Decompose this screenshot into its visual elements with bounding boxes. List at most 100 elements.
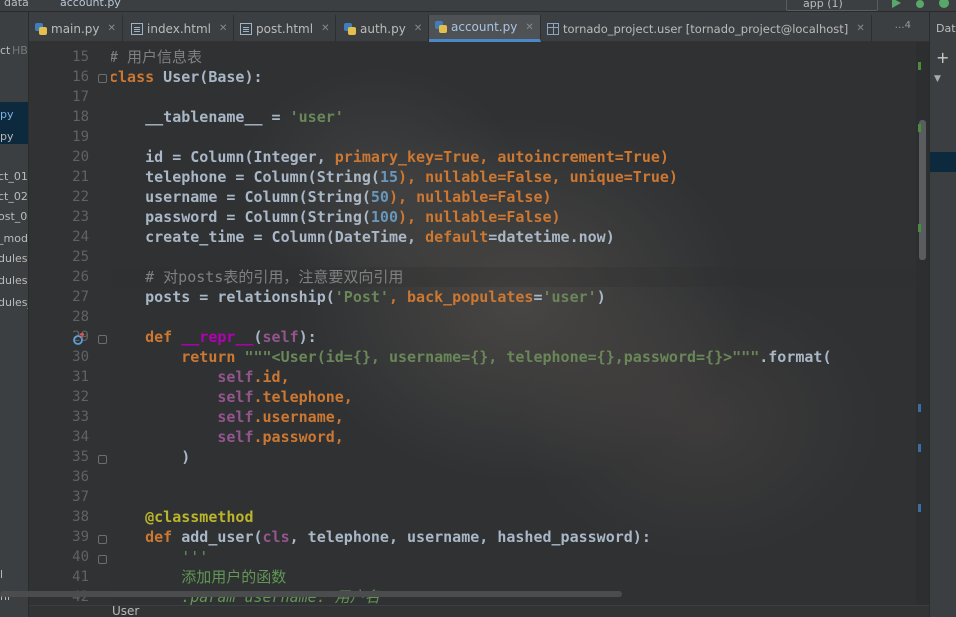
fold-icon[interactable]	[98, 74, 107, 83]
code-text: , telephone, username, hashed_password):	[289, 528, 651, 546]
code-text: )	[111, 448, 191, 466]
add-icon[interactable]: +	[936, 48, 949, 67]
tab-account-py[interactable]: account.py ✕	[429, 15, 541, 42]
change-marker[interactable]	[918, 62, 921, 70]
code-comment: # 用户信息表	[111, 48, 203, 66]
code-text: =True,	[434, 148, 498, 166]
code-self: self	[217, 408, 254, 426]
code-self: self	[262, 328, 299, 346]
code-text: ),	[398, 168, 426, 186]
tab-auth-py[interactable]: auth.py ✕	[338, 15, 430, 42]
code-text: password = Column(String(	[111, 208, 371, 226]
breadcrumb-file[interactable]: account.py	[60, 0, 121, 9]
line-number: 17	[72, 89, 89, 105]
error-stripe[interactable]	[916, 42, 929, 605]
table-icon	[547, 22, 559, 35]
run-configuration-label: app (1)	[803, 0, 843, 10]
code-text: .format(	[759, 348, 832, 366]
code-text: add_user(	[172, 528, 263, 546]
close-icon[interactable]: ✕	[321, 23, 329, 34]
code-keyword: def	[145, 528, 173, 546]
project-tree-item[interactable]: dules.	[0, 274, 28, 287]
line-number: 34	[72, 429, 89, 445]
line-number: 31	[72, 369, 89, 385]
line-number: 23	[72, 209, 89, 225]
code-kwarg: default	[425, 228, 489, 246]
code-text: =False)	[497, 208, 561, 226]
fold-icon[interactable]	[98, 535, 107, 544]
tab-post-html[interactable]: post.html ✕	[234, 15, 337, 42]
change-marker[interactable]	[918, 124, 921, 132]
code-text: .password,	[253, 428, 344, 446]
project-tree-item[interactable]: dules.	[0, 252, 28, 265]
database-panel-title[interactable]: Dat	[936, 22, 956, 35]
project-tree-item[interactable]: ct_01.	[0, 170, 28, 183]
project-tree-item[interactable]: l	[0, 568, 3, 581]
close-icon[interactable]: ✕	[108, 23, 116, 34]
code-number: 50	[370, 188, 389, 206]
project-tree-item[interactable]: ct	[0, 44, 10, 57]
project-tree-item[interactable]: HB	[12, 44, 28, 57]
project-tree-item[interactable]: ost_03	[0, 210, 28, 223]
tab-user-table[interactable]: tornado_project.user [tornado_project@lo…	[541, 15, 872, 42]
vertical-scrollbar[interactable]	[919, 120, 926, 260]
code-editor[interactable]: # 用户信息表 class User(Base): __tablename__ …	[111, 42, 916, 605]
change-marker[interactable]	[918, 444, 921, 452]
code-keyword: def	[145, 328, 173, 346]
change-marker[interactable]	[918, 504, 921, 512]
code-string: 'user'	[289, 108, 344, 126]
ide-window: data account.py app (1) ct HB py py ct_0…	[0, 0, 956, 617]
horizontal-scrollbar[interactable]	[0, 591, 622, 597]
code-text: =	[533, 288, 543, 306]
line-number: 20	[72, 149, 89, 165]
close-icon[interactable]: ✕	[525, 22, 533, 33]
code-kwarg: nullable	[416, 188, 489, 206]
tab-main-py[interactable]: main.py ✕	[29, 15, 123, 42]
fold-icon[interactable]	[98, 335, 107, 344]
fold-icon[interactable]	[98, 455, 107, 464]
code-text: .id,	[253, 368, 290, 386]
coverage-icon[interactable]	[938, 0, 950, 9]
change-marker[interactable]	[918, 404, 921, 412]
project-tree-item[interactable]: _mod	[0, 232, 28, 245]
override-icon[interactable]	[73, 333, 85, 345]
code-text: create_time = Column(DateTime,	[111, 228, 426, 246]
line-number: 42	[72, 589, 89, 605]
line-number: 25	[72, 249, 89, 265]
tab-index-html[interactable]: index.html ✕	[125, 15, 235, 42]
fold-icon[interactable]	[98, 555, 107, 564]
project-tree-item[interactable]: py	[0, 108, 14, 121]
project-tree-item[interactable]: ct_02.	[0, 190, 28, 203]
run-configuration-select[interactable]: app (1)	[786, 0, 878, 11]
change-marker[interactable]	[918, 224, 921, 232]
project-tree-item[interactable]: py	[0, 130, 14, 143]
debug-icon[interactable]	[914, 0, 926, 9]
close-icon[interactable]: ✕	[219, 23, 227, 34]
code-decorator: @classmethod	[111, 508, 254, 526]
code-text: =True)	[623, 168, 678, 186]
editor-tab-bar: main.py ✕ index.html ✕ post.html ✕ auth.…	[29, 12, 929, 42]
run-icon[interactable]	[890, 0, 902, 9]
code-docstring: '''	[111, 548, 209, 566]
close-icon[interactable]: ✕	[414, 23, 422, 34]
close-icon[interactable]: ✕	[856, 23, 864, 34]
html-file-icon	[240, 22, 252, 35]
code-keyword: class	[111, 68, 155, 86]
editor-gutter: 15 16 17 18 19 20 21 22 23 24 25 26 27 28 29 30 31 32 33 34…	[29, 42, 111, 605]
code-kwarg: nullable	[425, 208, 498, 226]
line-number: 33	[72, 409, 89, 425]
code-text: .telephone,	[253, 388, 353, 406]
project-tree-item[interactable]: dules_	[0, 296, 28, 309]
code-text: User(Base):	[154, 68, 263, 86]
code-text: =True)	[614, 148, 669, 166]
code-kwarg: nullable	[425, 168, 498, 186]
hidden-tabs-count[interactable]: …4	[895, 20, 911, 31]
breadcrumb-class[interactable]: User	[112, 606, 139, 617]
line-number: 39	[72, 529, 89, 545]
expand-icon[interactable]: ▼	[934, 74, 941, 84]
breadcrumb-folder[interactable]: data	[4, 0, 29, 9]
code-self: cls	[262, 528, 290, 546]
